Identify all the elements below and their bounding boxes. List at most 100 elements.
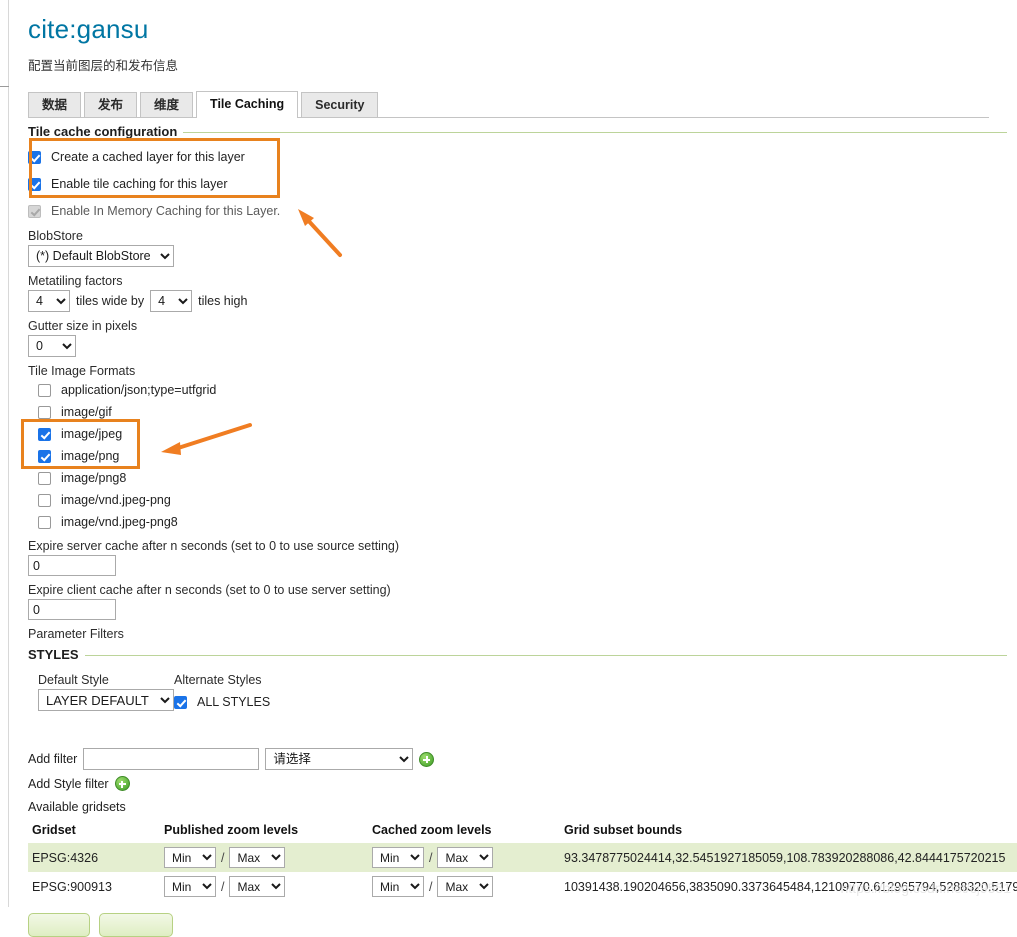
tile-cache-configuration-group: Tile cache configuration Create a cached… <box>28 124 1017 641</box>
blobstore-select[interactable]: (*) Default BlobStore <box>28 245 174 267</box>
format-row-gif[interactable]: image/gif <box>28 402 1017 422</box>
format-row-vnd-jpeg-png8[interactable]: image/vnd.jpeg-png8 <box>28 512 1017 532</box>
create-cached-layer-row[interactable]: Create a cached layer for this layer <box>28 146 1017 168</box>
tab-security[interactable]: Security <box>301 92 379 118</box>
published-min-select-4326[interactable]: Min <box>164 847 216 868</box>
published-max-select-900913[interactable]: Max <box>229 876 286 897</box>
format-checkbox-vnd-jpeg-png[interactable] <box>38 493 51 507</box>
tab-data[interactable]: 数据 <box>28 92 82 118</box>
create-cached-layer-checkbox[interactable] <box>28 150 41 164</box>
format-label-vnd-jpeg-png: image/vnd.jpeg-png <box>61 493 171 507</box>
all-styles-label: ALL STYLES <box>197 695 271 709</box>
cached-zoom-900913: Min / Max <box>368 872 560 901</box>
zoom-separator: / <box>429 850 433 865</box>
format-label-gif: image/gif <box>61 405 112 419</box>
enable-in-memory-caching-checkbox <box>28 204 41 218</box>
add-circle-icon[interactable] <box>419 751 435 767</box>
add-filter-type-select[interactable]: 请选择 <box>265 748 414 770</box>
expire-client-cache-label: Expire client cache after n seconds (set… <box>28 583 391 597</box>
expire-server-cache-input[interactable] <box>28 555 116 576</box>
published-min-select-900913[interactable]: Min <box>164 876 216 897</box>
cached-min-select-4326[interactable]: Min <box>372 847 424 868</box>
add-style-filter-row: Add Style filter <box>28 776 1017 791</box>
enable-tile-caching-label: Enable tile caching for this layer <box>51 177 228 191</box>
format-label-vnd-jpeg-png8: image/vnd.jpeg-png8 <box>61 515 178 529</box>
gridsets-header-row: Gridset Published zoom levels Cached zoo… <box>28 820 1017 843</box>
enable-tile-caching-checkbox[interactable] <box>28 177 41 191</box>
tab-publish[interactable]: 发布 <box>84 92 138 118</box>
styles-legend: STYLES <box>28 647 85 662</box>
format-checkbox-utfgrid[interactable] <box>38 383 51 397</box>
format-row-vnd-jpeg-png[interactable]: image/vnd.jpeg-png <box>28 490 1017 510</box>
tab-tile-caching[interactable]: Tile Caching <box>196 91 299 118</box>
all-styles-checkbox[interactable] <box>174 695 187 709</box>
alternate-styles-label: Alternate Styles <box>174 673 262 687</box>
zoom-separator: / <box>221 850 225 865</box>
styles-group: STYLES Default Style LAYER DEFAULT Alter… <box>28 647 1017 791</box>
metatiling-wide-select[interactable]: 4 <box>28 290 70 312</box>
page-content: cite:gansu 配置当前图层的和发布信息 数据 发布 维度 Tile Ca… <box>28 0 1017 937</box>
parameter-filters-label: Parameter Filters <box>28 627 124 641</box>
cached-min-select-900913[interactable]: Min <box>372 876 424 897</box>
cached-max-select-900913[interactable]: Max <box>437 876 494 897</box>
tab-bar: 数据 发布 维度 Tile Caching Security <box>28 91 1017 118</box>
page-left-marker <box>0 86 9 87</box>
gutter-size-select[interactable]: 0 <box>28 335 76 357</box>
all-styles-row[interactable]: ALL STYLES <box>174 691 270 713</box>
available-gridsets-label: Available gridsets <box>28 800 126 814</box>
column-cached-zoom-levels: Cached zoom levels <box>372 823 492 837</box>
format-checkbox-jpeg[interactable] <box>38 427 51 441</box>
add-filter-row: Add filter 请选择 <box>28 748 1017 770</box>
alternate-styles-column: Alternate Styles ALL STYLES <box>174 666 270 718</box>
gridset-name-4326: EPSG:4326 <box>28 843 160 872</box>
format-checkbox-gif[interactable] <box>38 405 51 419</box>
format-row-utfgrid[interactable]: application/json;type=utfgrid <box>28 380 1017 400</box>
format-row-png8[interactable]: image/png8 <box>28 468 1017 488</box>
cached-max-select-4326[interactable]: Max <box>437 847 494 868</box>
cached-zoom-4326: Min / Max <box>368 843 560 872</box>
table-row: EPSG:4326 Min / Max Min / Max 93.3478775… <box>28 843 1017 872</box>
format-label-jpeg: image/jpeg <box>61 427 123 441</box>
add-filter-label: Add filter <box>28 752 78 766</box>
metatiling-factors-row: 4 tiles wide by 4 tiles high <box>28 290 1017 312</box>
format-checkbox-png[interactable] <box>38 449 51 463</box>
metatiling-factors-label: Metatiling factors <box>28 274 123 288</box>
add-style-filter-add-circle-icon[interactable] <box>114 776 130 791</box>
metatiling-high-select[interactable]: 4 <box>150 290 193 312</box>
published-zoom-900913: Min / Max <box>160 872 368 901</box>
save-button[interactable] <box>28 913 90 937</box>
expire-server-cache-label: Expire server cache after n seconds (set… <box>28 539 400 553</box>
page-left-border <box>8 0 9 907</box>
page-title: cite:gansu <box>28 14 149 44</box>
zoom-separator: / <box>429 879 433 894</box>
format-row-jpeg[interactable]: image/jpeg <box>28 424 1017 444</box>
metatiling-wide-text: tiles wide by <box>76 294 145 308</box>
metatiling-high-text: tiles high <box>198 294 248 308</box>
published-zoom-4326: Min / Max <box>160 843 368 872</box>
column-grid-subset-bounds: Grid subset bounds <box>564 823 683 837</box>
tile-cache-configuration-legend: Tile cache configuration <box>28 124 184 139</box>
gridset-name-900913: EPSG:900913 <box>32 879 112 894</box>
create-cached-layer-label: Create a cached layer for this layer <box>51 150 245 164</box>
tab-bar-underline <box>28 117 989 118</box>
expire-client-cache-input[interactable] <box>28 599 116 620</box>
tab-dimension[interactable]: 维度 <box>140 92 194 118</box>
format-row-png[interactable]: image/png <box>28 446 1017 466</box>
styles-rule <box>28 655 1007 656</box>
format-checkbox-png8[interactable] <box>38 471 51 485</box>
default-style-select[interactable]: LAYER DEFAULT <box>38 689 174 711</box>
cancel-button[interactable] <box>99 913 173 937</box>
add-style-filter-label: Add Style filter <box>28 776 109 791</box>
tile-image-formats-list: application/json;type=utfgrid image/gif … <box>28 380 1017 532</box>
default-style-label: Default Style <box>38 673 109 687</box>
enable-tile-caching-row[interactable]: Enable tile caching for this layer <box>28 173 1017 195</box>
page-subtitle: 配置当前图层的和发布信息 <box>28 59 179 73</box>
published-max-select-4326[interactable]: Max <box>229 847 286 868</box>
enable-in-memory-caching-label: Enable In Memory Caching for this Layer. <box>51 204 281 218</box>
gutter-size-label: Gutter size in pixels <box>28 319 138 333</box>
add-filter-input[interactable] <box>83 748 260 770</box>
format-checkbox-vnd-jpeg-png8[interactable] <box>38 515 51 529</box>
enable-in-memory-caching-row: Enable In Memory Caching for this Layer. <box>28 200 1017 222</box>
styles-grid: Default Style LAYER DEFAULT Alternate St… <box>28 666 1017 718</box>
format-label-png8: image/png8 <box>61 471 127 485</box>
